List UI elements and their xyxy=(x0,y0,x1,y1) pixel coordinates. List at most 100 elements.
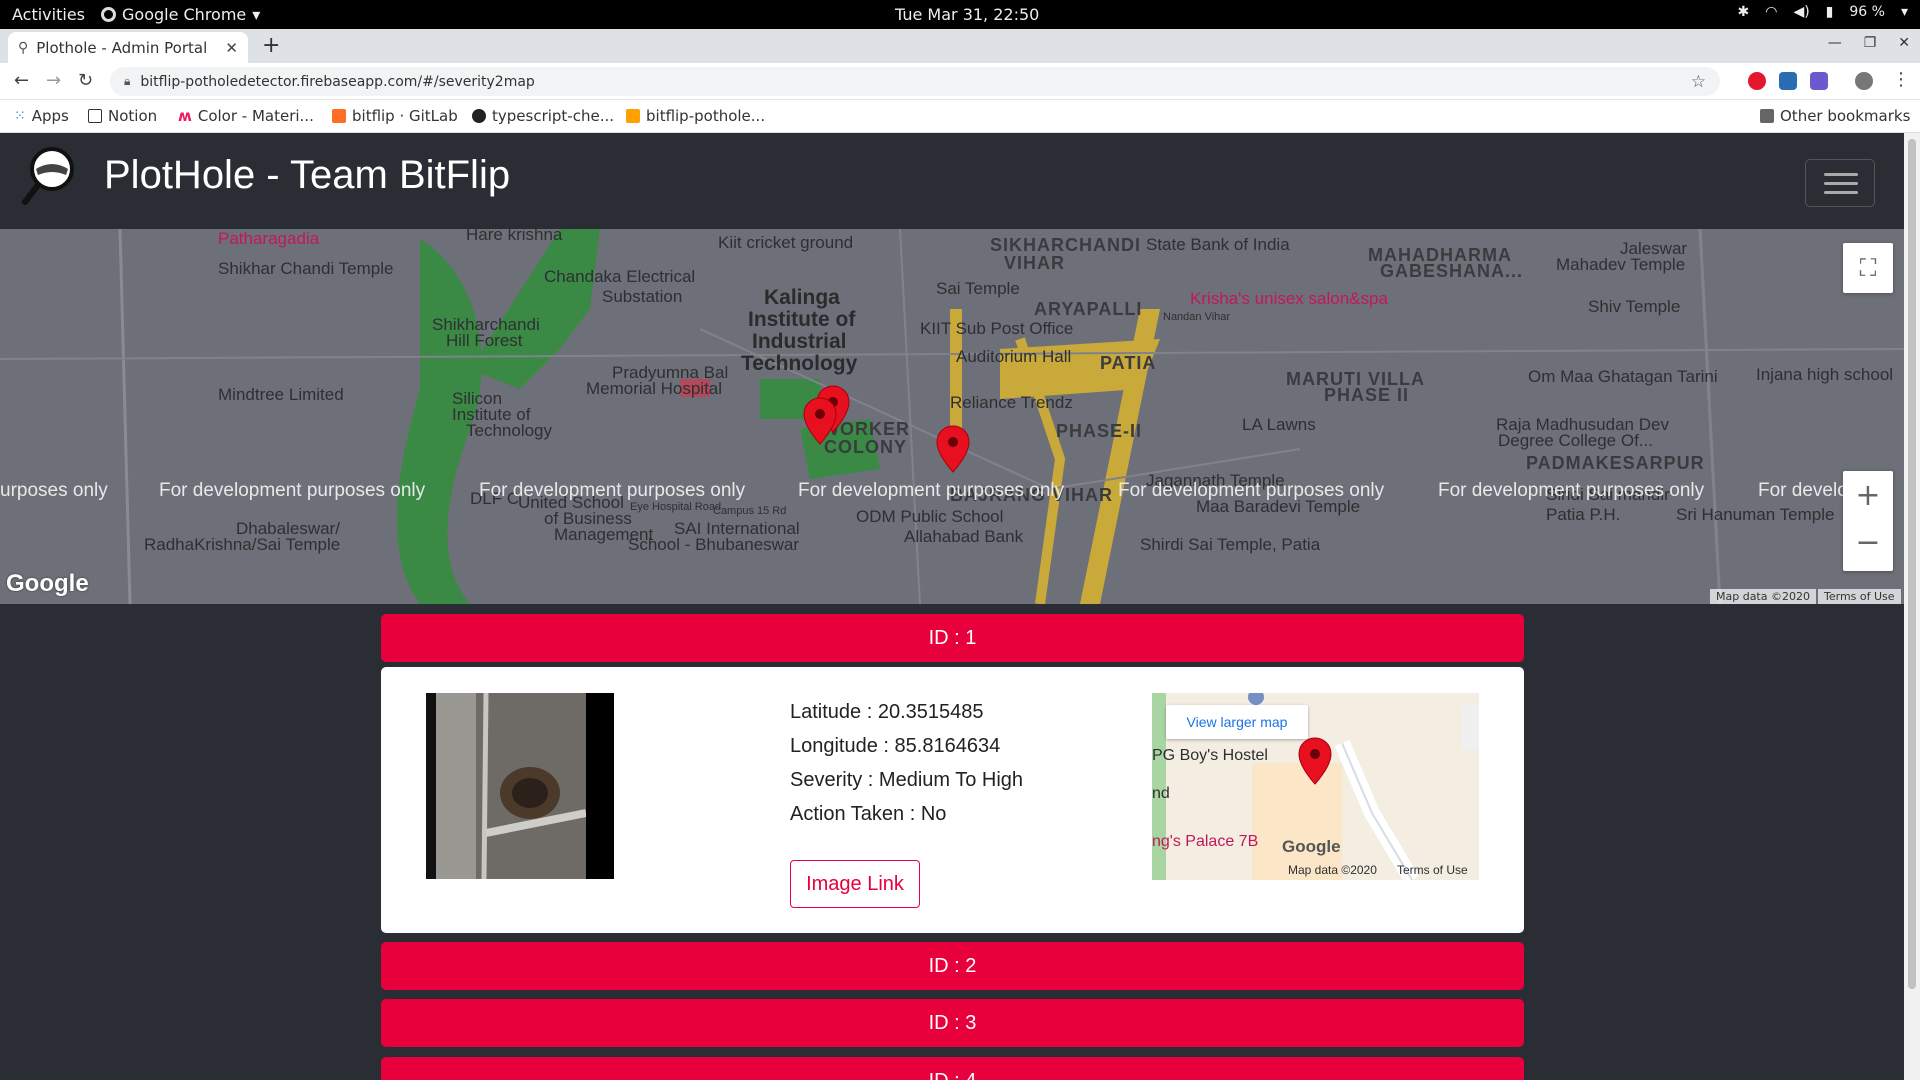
dev-watermark: For development purposes only xyxy=(479,480,746,501)
map-label: KIIT Sub Post Office xyxy=(920,319,1074,338)
magnifier-icon: ⚲ xyxy=(18,39,29,56)
restore-icon[interactable]: ❐ xyxy=(1864,35,1877,51)
reload-icon[interactable]: ↻ xyxy=(78,70,93,91)
forward-icon[interactable]: → xyxy=(46,70,61,91)
back-icon[interactable]: ← xyxy=(14,70,29,91)
map-label: Eye Hospital Road xyxy=(630,501,722,513)
chevron-down-icon: ▾ xyxy=(252,5,261,24)
tab-title: Plothole - Admin Portal xyxy=(36,38,208,57)
entry-header-2[interactable]: ID : 2 xyxy=(381,942,1524,990)
map-label: Allahabad Bank xyxy=(904,527,1024,546)
google-logo: Google xyxy=(1282,837,1341,856)
map-label: Nandan Vihar xyxy=(1163,311,1231,323)
map-label: ARYAPALLI xyxy=(1034,299,1143,319)
map-label: Substation xyxy=(602,287,683,306)
profile-avatar[interactable] xyxy=(1855,72,1873,90)
map-label: School - Bhubaneswar xyxy=(628,535,800,554)
menu-toggle-button[interactable] xyxy=(1805,159,1875,207)
map-label: VIHAR xyxy=(1004,253,1066,273)
entry-detail-card: Latitude : 20.3515485 Longitude : 85.816… xyxy=(381,667,1524,933)
entry-id-label: ID : 4 xyxy=(929,1070,977,1080)
bookmark-notion[interactable]: Notion xyxy=(88,107,157,125)
page-scrollbar[interactable] xyxy=(1904,133,1920,1080)
other-bookmarks[interactable]: Other bookmarks xyxy=(1760,107,1910,125)
map-label: Shirdi Sai Temple, Patia xyxy=(1140,535,1321,554)
app-brand-title[interactable]: PlotHole - Team BitFlip xyxy=(104,153,510,198)
entry-header-3[interactable]: ID : 3 xyxy=(381,999,1524,1047)
hamburger-line xyxy=(1824,182,1858,185)
map-label: Kalinga xyxy=(764,286,840,309)
zoom-in-icon[interactable]: + xyxy=(1855,471,1880,521)
entry-info: Latitude : 20.3515485 Longitude : 85.816… xyxy=(790,695,1023,831)
map-label: Chandaka Electrical xyxy=(544,267,696,286)
close-window-icon[interactable]: ✕ xyxy=(1898,35,1910,51)
map-label: PHASE-II xyxy=(1056,421,1143,441)
map-label: ng's Palace 7B xyxy=(1152,833,1259,850)
entry-minimap[interactable]: View larger map PG Boy's Hostel nd ng's … xyxy=(1152,693,1479,880)
chrome-icon xyxy=(101,7,116,22)
fullscreen-icon[interactable]: ⛶ xyxy=(1843,243,1893,293)
map-label: LA Lawns xyxy=(1242,415,1316,434)
view-larger-map-link[interactable]: View larger map xyxy=(1166,705,1308,739)
map-label: State Bank of India xyxy=(1146,235,1290,254)
volume-icon: ◀) xyxy=(1793,4,1810,20)
map-label: Hare krishna xyxy=(466,229,563,244)
page-content: PlotHole - Team BitFlip Patharagadia Har… xyxy=(0,133,1904,1080)
close-icon[interactable]: ✕ xyxy=(225,39,238,57)
pothole-marker[interactable] xyxy=(1298,737,1332,785)
hamburger-line xyxy=(1824,191,1858,194)
tab-strip: ⚲ Plothole - Admin Portal ✕ + — ❐ ✕ xyxy=(0,29,1920,63)
entry-header-1[interactable]: ID : 1 xyxy=(381,614,1524,662)
map-label: Institute of xyxy=(748,308,856,331)
pothole-marker[interactable] xyxy=(803,397,837,445)
scrollbar-thumb[interactable] xyxy=(1908,139,1916,989)
map-label: PATIA xyxy=(1100,353,1157,373)
chrome-menu-icon[interactable]: ⋮ xyxy=(1892,69,1910,90)
extension-icon[interactable] xyxy=(1779,72,1797,90)
opera-extension-icon[interactable] xyxy=(1748,72,1766,90)
tab-plothole[interactable]: ⚲ Plothole - Admin Portal ✕ xyxy=(8,32,248,63)
dev-watermark: For development purposes only xyxy=(159,480,426,501)
map-label: Technology xyxy=(466,421,553,440)
map-label: Om Maa Ghatagan Tarini xyxy=(1528,367,1718,386)
map-label: Campus 15 Rd xyxy=(713,505,787,517)
image-link-button[interactable]: Image Link xyxy=(790,860,920,908)
system-top-bar: Activities Google Chrome ▾ Tue Mar 31, 2… xyxy=(0,0,1920,29)
system-tray[interactable]: ✱ ◠ ◀) ▮ 96 % ▾ xyxy=(1737,4,1908,20)
battery-level: 96 % xyxy=(1849,4,1885,20)
map-label: Mindtree Limited xyxy=(218,385,344,404)
pothole-photo xyxy=(426,693,614,879)
map-label: GABESHANA... xyxy=(1380,261,1524,281)
map-label: Krisha's unisex salon&spa xyxy=(1190,289,1388,308)
new-tab-button[interactable]: + xyxy=(262,33,280,58)
bookmark-bitflip-pothole[interactable]: bitflip-pothole... xyxy=(626,107,765,125)
map-terms-link[interactable]: Terms of Use xyxy=(1818,589,1901,604)
bookmark-star-icon[interactable]: ☆ xyxy=(1691,72,1706,92)
app-menu[interactable]: Google Chrome ▾ xyxy=(101,5,260,24)
bookmark-apps[interactable]: ⁙ Apps xyxy=(14,107,69,125)
address-bar[interactable]: 🔒︎ bitflip-potholedetector.firebaseapp.c… xyxy=(110,67,1720,96)
bookmark-color-material[interactable]: ʍ Color - Materi... xyxy=(178,107,314,125)
activities-button[interactable]: Activities xyxy=(12,5,85,24)
map-label: Memorial Hospital xyxy=(586,379,723,398)
map-terms-link[interactable]: Terms of Use xyxy=(1397,863,1468,877)
entry-id-label: ID : 2 xyxy=(928,954,977,977)
severity-map[interactable]: Patharagadia Hare krishna Shikhar Chandi… xyxy=(0,229,1904,604)
clock[interactable]: Tue Mar 31, 22:50 xyxy=(895,5,1039,24)
bookmark-typescript[interactable]: typescript-che... xyxy=(472,107,614,125)
entry-header-4[interactable]: ID : 4 xyxy=(381,1057,1524,1080)
minimize-icon[interactable]: — xyxy=(1828,35,1842,51)
app-navbar: PlotHole - Team BitFlip xyxy=(0,133,1904,229)
map-label: PADMAKESARPUR xyxy=(1526,453,1705,473)
pothole-marker[interactable] xyxy=(936,425,970,473)
magnifier-logo-icon xyxy=(22,147,74,205)
map-data-credit: Map data ©2020 xyxy=(1288,863,1377,877)
apps-grid-icon: ⁙ xyxy=(14,108,26,124)
extension-icon[interactable] xyxy=(1810,72,1828,90)
entry-id-label: ID : 1 xyxy=(928,626,977,649)
material-icon: ʍ xyxy=(178,107,192,125)
bookmark-gitlab[interactable]: bitflip · GitLab xyxy=(332,107,458,125)
zoom-out-icon[interactable]: − xyxy=(1855,521,1880,571)
bookmarks-bar: ⁙ Apps Notion ʍ Color - Materi... bitfli… xyxy=(0,100,1920,133)
map-label: Hill Forest xyxy=(446,331,523,350)
